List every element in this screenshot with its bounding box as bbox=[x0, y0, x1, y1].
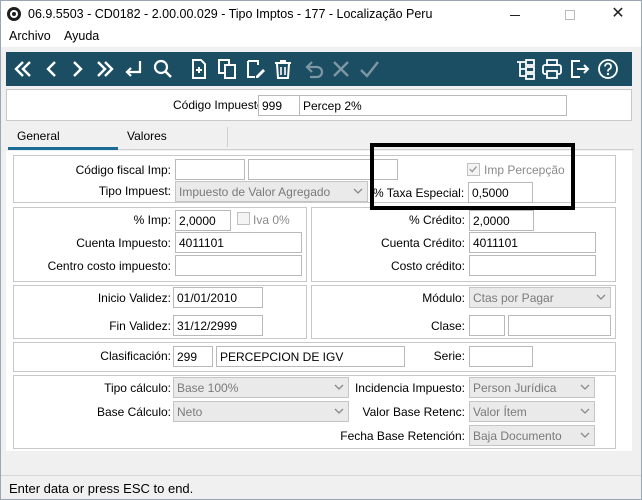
highlight-annotation-box bbox=[370, 143, 575, 210]
incidencia-select: Person Jurídica bbox=[469, 377, 595, 398]
tipo-calculo-select: Base 100% bbox=[173, 377, 349, 398]
chevron-down-icon bbox=[580, 432, 590, 438]
search-icon[interactable] bbox=[150, 56, 176, 82]
base-calculo-select: Neto bbox=[173, 401, 349, 422]
app-window: 06.9.5503 - CD0182 - 2.00.00.029 - Tipo … bbox=[0, 0, 642, 500]
clasificacion-field[interactable]: 299 bbox=[173, 346, 213, 367]
base-calculo-label: Base Cálculo: bbox=[96, 405, 171, 419]
undo-icon bbox=[300, 56, 326, 82]
valor-base-value: Valor Ítem bbox=[473, 405, 527, 419]
modulo-value: Ctas por Pagar bbox=[473, 291, 554, 305]
fecha-base-value: Baja Documento bbox=[473, 429, 562, 443]
go-to-icon[interactable] bbox=[120, 56, 146, 82]
next-record-icon[interactable] bbox=[64, 56, 90, 82]
fin-validez-field[interactable]: 31/12/2999 bbox=[173, 315, 263, 336]
confirm-icon bbox=[356, 56, 382, 82]
tab-separator bbox=[227, 127, 228, 147]
modulo-select: Ctas por Pagar bbox=[469, 287, 611, 308]
tab-general[interactable]: General bbox=[17, 129, 60, 143]
last-record-icon[interactable] bbox=[92, 56, 118, 82]
cuenta-impuesto-label: Cuenta Impuesto: bbox=[76, 236, 171, 250]
pct-credito-field[interactable]: 2,0000 bbox=[469, 210, 534, 231]
tipo-calculo-label: Tipo cálculo: bbox=[104, 381, 171, 395]
close-icon: ✕ bbox=[611, 5, 625, 22]
iva-0-label: Iva 0% bbox=[253, 213, 290, 227]
cuenta-impuesto-field[interactable]: 4011101 bbox=[175, 232, 302, 253]
inicio-validez-label: Inicio Validez: bbox=[97, 291, 171, 305]
menu-archivo[interactable]: Archivo bbox=[9, 29, 51, 43]
edit-icon[interactable] bbox=[242, 56, 268, 82]
delete-icon[interactable] bbox=[270, 56, 296, 82]
serie-field[interactable] bbox=[469, 346, 533, 367]
tipo-calculo-value: Base 100% bbox=[177, 381, 239, 395]
cuenta-credito-label: Cuenta Crédito: bbox=[380, 236, 465, 250]
inicio-validez-field[interactable]: 01/01/2010 bbox=[173, 287, 263, 308]
status-bar: Enter data or press ESC to end. bbox=[1, 475, 641, 499]
window-title: 06.9.5503 - CD0182 - 2.00.00.029 - Tipo … bbox=[28, 7, 433, 21]
costo-credito-label: Costo crédito: bbox=[390, 259, 465, 273]
codigo-impuesto-field[interactable]: 999 bbox=[258, 95, 300, 116]
pct-imp-field[interactable]: 2,0000 bbox=[175, 210, 231, 231]
maximize-button bbox=[547, 1, 593, 27]
active-tab-indicator bbox=[8, 147, 118, 150]
chevron-down-icon bbox=[580, 384, 590, 390]
serie-label: Serie: bbox=[433, 349, 465, 363]
chevron-down-icon bbox=[580, 408, 590, 414]
app-logo-icon bbox=[7, 7, 21, 21]
toolbar bbox=[6, 52, 632, 86]
valor-base-select: Valor Ítem bbox=[469, 401, 595, 422]
pct-credito-label: % Crédito: bbox=[408, 213, 465, 227]
tipo-impuest-select: Impuesto de Valor Agregado bbox=[175, 181, 368, 202]
base-calculo-value: Neto bbox=[177, 405, 203, 419]
clasificacion-label: Clasificación: bbox=[100, 349, 171, 363]
clasificacion-description[interactable]: PERCEPCION DE IGV bbox=[216, 346, 405, 367]
fecha-base-select: Baja Documento bbox=[469, 425, 595, 446]
tipo-impuest-label: Tipo Impuest: bbox=[98, 184, 171, 198]
tab-valores[interactable]: Valores bbox=[127, 129, 167, 143]
fecha-base-label: Fecha Base Retención: bbox=[340, 429, 465, 443]
chevron-down-icon bbox=[596, 294, 606, 300]
first-record-icon[interactable] bbox=[10, 56, 36, 82]
modulo-label: Módulo: bbox=[422, 291, 465, 305]
title-bar: 06.9.5503 - CD0182 - 2.00.00.029 - Tipo … bbox=[1, 1, 641, 27]
pct-imp-label: % Imp: bbox=[133, 213, 171, 227]
cuenta-credito-field[interactable]: 4011101 bbox=[469, 232, 596, 253]
tipo-impuest-value: Impuesto de Valor Agregado bbox=[179, 185, 331, 199]
new-document-icon[interactable] bbox=[186, 56, 212, 82]
clase-label: Clase: bbox=[430, 319, 465, 333]
incidencia-label: Incidencia Impuesto: bbox=[354, 381, 465, 395]
codigo-fiscal-field[interactable] bbox=[175, 159, 245, 180]
valor-base-label: Valor Base Retenc: bbox=[362, 405, 466, 419]
centro-costo-label: Centro costo impuesto: bbox=[47, 259, 171, 273]
close-button[interactable]: ✕ bbox=[595, 1, 641, 27]
minimize-button[interactable] bbox=[492, 1, 538, 27]
cancel-icon bbox=[328, 56, 354, 82]
copy-icon[interactable] bbox=[214, 56, 240, 82]
menu-bar: Archivo Ayuda bbox=[1, 27, 641, 47]
minimize-icon bbox=[510, 14, 520, 16]
centro-costo-field[interactable] bbox=[175, 255, 302, 276]
clase-field[interactable] bbox=[469, 315, 505, 336]
codigo-impuesto-label: Código Impuesto: bbox=[173, 98, 268, 112]
print-icon[interactable] bbox=[539, 56, 565, 82]
costo-credito-field[interactable] bbox=[469, 255, 596, 276]
help-icon[interactable] bbox=[595, 56, 621, 82]
fin-validez-label: Fin Validez: bbox=[109, 319, 171, 333]
exit-icon[interactable] bbox=[567, 56, 593, 82]
previous-record-icon[interactable] bbox=[38, 56, 64, 82]
incidencia-value: Person Jurídica bbox=[473, 381, 557, 395]
maximize-icon bbox=[565, 10, 575, 21]
header-panel: Código Impuesto: 999 Percep 2% bbox=[6, 89, 632, 121]
clase-description[interactable] bbox=[508, 315, 611, 336]
status-message: Enter data or press ESC to end. bbox=[9, 481, 194, 496]
codigo-fiscal-label: Código fiscal Imp: bbox=[75, 163, 171, 177]
menu-ayuda[interactable]: Ayuda bbox=[64, 29, 99, 43]
iva-0-checkbox[interactable] bbox=[237, 212, 250, 225]
chevron-down-icon bbox=[353, 188, 363, 194]
tree-view-icon[interactable] bbox=[512, 56, 538, 82]
codigo-impuesto-description[interactable]: Percep 2% bbox=[299, 95, 567, 116]
